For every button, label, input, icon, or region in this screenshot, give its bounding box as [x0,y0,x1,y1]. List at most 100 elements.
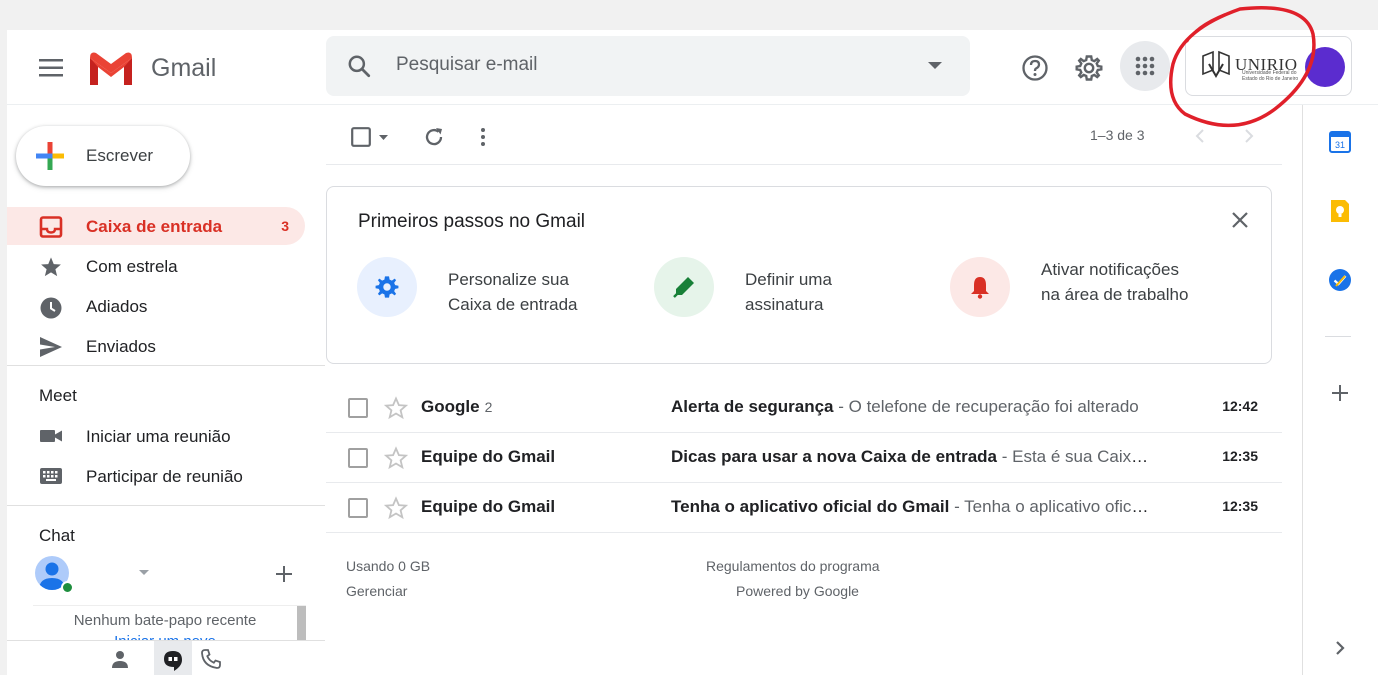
nav-snoozed[interactable]: Adiados [7,287,305,325]
email-time: 12:35 [1222,448,1258,464]
pen-icon [673,277,694,298]
email-select-checkbox[interactable] [348,498,368,518]
email-subject: Tenha o aplicativo oficial do Gmail [671,497,950,516]
email-subject-snippet: Dicas para usar a nova Caixa de entrada … [671,447,1151,467]
email-row[interactable]: Equipe do Gmail Dicas para usar a nova C… [326,433,1282,483]
email-subject: Dicas para usar a nova Caixa de entrada [671,447,997,466]
nav-snoozed-label: Adiados [86,297,148,316]
expand-side-panel-button[interactable] [1325,633,1355,663]
video-camera-icon [40,430,62,442]
help-icon [1022,55,1048,81]
email-sender: Equipe do Gmail [421,497,556,516]
search-options-caret-icon[interactable] [928,62,942,70]
search-input[interactable] [396,54,876,76]
phone-call-icon[interactable] [201,649,221,669]
meet-join-meeting[interactable]: Participar de reunião [7,457,305,495]
email-select-checkbox[interactable] [348,448,368,468]
apps-grid-icon [1135,56,1155,76]
nav-inbox[interactable]: Caixa de entrada 3 [7,207,305,245]
star-outline-icon[interactable] [384,396,408,420]
email-select-checkbox[interactable] [348,398,368,418]
new-chat-plus-icon[interactable] [274,564,294,584]
manage-storage-link[interactable]: Gerenciar [346,583,407,599]
hangouts-quote-icon [164,651,182,671]
online-status-dot [61,581,74,594]
gmail-wordmark: Gmail [151,53,217,82]
select-all-checkbox[interactable] [346,124,392,150]
gmail-m-icon [90,52,132,85]
email-snippet: - Esta é sua Caixa de entrada [1001,447,1151,466]
getting-started-title: Primeiros passos no Gmail [358,211,586,232]
tasks-addon[interactable] [1325,265,1355,295]
meet-join-label: Participar de reunião [86,467,243,486]
sidebar-divider [7,365,325,366]
email-row[interactable]: Equipe do Gmail Tenha o aplicativo ofici… [326,483,1282,533]
inbox-icon [39,216,63,238]
email-sender: Google 2 [421,397,493,416]
gear-icon [375,276,399,298]
refresh-icon [425,128,443,146]
search-icon[interactable] [346,53,372,79]
send-icon [40,337,62,357]
email-subject: Alerta de segurança [671,397,834,416]
compose-button[interactable]: Escrever [16,126,190,186]
calendar-icon: 31 [1329,131,1351,153]
chat-status-caret-icon[interactable] [139,570,149,576]
email-snippet: - O telefone de recuperação foi alterado [833,397,1139,416]
annotation-circle-icon [1169,6,1316,128]
more-options-button[interactable] [473,122,493,152]
get-addons-button[interactable] [1325,378,1355,408]
powered-by-google: Powered by Google [736,583,859,599]
step-signature-text: Definir uma assinatura [745,270,832,314]
compose-label: Escrever [86,146,154,165]
email-row[interactable]: Google 2 Alerta de segurança - O telefone… [326,383,1282,433]
settings-button[interactable] [1067,46,1111,90]
main-menu-button[interactable] [29,46,73,90]
star-icon [41,257,61,277]
search-bar [326,36,970,96]
chevron-right-icon [1336,641,1345,655]
hamburger-icon [39,59,63,77]
gear-icon [1075,55,1103,81]
refresh-button[interactable] [419,122,449,152]
meet-section-title: Meet [39,386,77,405]
bell-icon [971,277,989,299]
step-notifications-text: Ativar notificações na área de trabalho [1041,260,1189,304]
side-panel: 31 [1302,105,1378,675]
thread-count: 2 [484,399,493,415]
keyboard-icon [40,468,62,484]
step-icon-circle [654,257,714,317]
contacts-person-icon[interactable] [110,649,130,669]
program-policies-link[interactable]: Regulamentos do programa [706,558,880,574]
chat-list: Nenhum bate-papo recente Iniciar um novo [33,605,306,645]
star-outline-icon[interactable] [384,446,408,470]
keep-addon[interactable] [1325,196,1355,226]
nav-sent-label: Enviados [86,337,156,356]
google-apps-button[interactable] [1120,41,1170,91]
getting-started-card: Primeiros passos no Gmail Personalize su… [326,186,1272,364]
close-icon[interactable] [1231,211,1249,229]
email-subject-snippet: Tenha o aplicativo oficial do Gmail - Te… [671,497,1151,517]
hangouts-tab[interactable] [154,641,192,675]
chat-section-title: Chat [39,526,75,545]
clock-icon [40,297,62,319]
inbox-unread-count: 3 [281,218,289,234]
chat-bottom-bar [7,640,325,675]
storage-usage: Usando 0 GB [346,558,431,574]
keep-lightbulb-icon [1331,200,1349,222]
star-outline-icon[interactable] [384,496,408,520]
email-snippet: - Tenha o aplicativo oficial do Gmail [954,497,1151,516]
email-time: 12:35 [1222,498,1258,514]
step-icon-circle [950,257,1010,317]
email-sender: Equipe do Gmail [421,447,556,466]
more-vert-icon [481,128,485,146]
calendar-day: 31 [1335,140,1345,150]
no-recent-chats-text: Nenhum bate-papo recente [73,612,257,629]
support-button[interactable] [1013,46,1057,90]
gmail-logo[interactable]: Gmail [87,50,216,86]
sidebar-divider [7,505,325,506]
nav-inbox-label: Caixa de entrada [86,217,223,236]
meet-start-meeting[interactable]: Iniciar uma reunião [7,417,305,455]
nav-starred[interactable]: Com estrela [7,247,305,285]
nav-sent[interactable]: Enviados [7,327,305,365]
